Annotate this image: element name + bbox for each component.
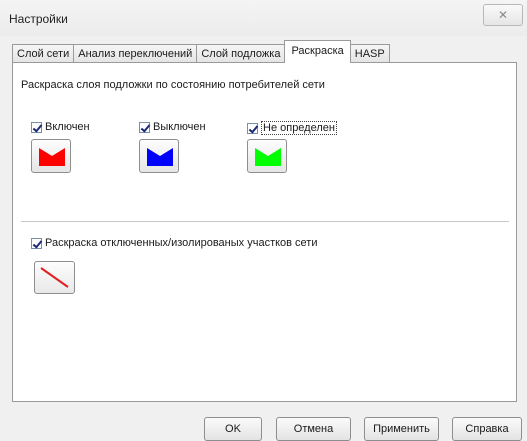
tab-switching-analysis[interactable]: Анализ переключений <box>73 44 198 63</box>
isolated-sections-option[interactable]: Раскраска отключенных/изолированых участ… <box>31 237 318 249</box>
diagonal-line-icon <box>40 267 69 288</box>
section-heading: Раскраска слоя подложки по состоянию пот… <box>21 79 325 91</box>
state-on-label: Включен <box>45 121 90 133</box>
ok-button[interactable]: OK <box>204 417 262 441</box>
colored-flag-swatch-icon <box>255 148 281 166</box>
state-off-label: Выключен <box>153 121 206 133</box>
state-off-option[interactable]: Выключен <box>139 121 206 133</box>
state-on-checkbox[interactable] <box>31 121 42 133</box>
help-button[interactable]: Справка <box>452 417 522 441</box>
title-bar: Настройки ✕ <box>0 0 527 36</box>
state-undefined-color-button[interactable] <box>247 139 287 173</box>
close-icon: ✕ <box>497 8 509 22</box>
settings-dialog: Настройки ✕ Слой сети Анализ переключени… <box>0 0 527 441</box>
cancel-button[interactable]: Отмена <box>276 417 351 441</box>
close-button[interactable]: ✕ <box>483 4 523 26</box>
tab-background-layer[interactable]: Слой подложка <box>196 44 286 63</box>
section-divider <box>21 221 509 223</box>
isolated-sections-checkbox[interactable] <box>31 237 42 249</box>
window-title: Настройки <box>9 12 68 26</box>
state-on-color-button[interactable] <box>31 139 71 173</box>
colored-flag-swatch-icon <box>147 148 173 166</box>
tab-network-layer[interactable]: Слой сети <box>12 44 75 63</box>
isolated-sections-label: Раскраска отключенных/изолированых участ… <box>45 237 318 249</box>
apply-button[interactable]: Применить <box>364 417 439 441</box>
isolated-line-style-button[interactable] <box>34 261 75 294</box>
tab-strip: Слой сети Анализ переключений Слой подло… <box>12 40 390 63</box>
state-undefined-option[interactable]: Не определен <box>247 121 337 135</box>
tab-coloring[interactable]: Раскраска <box>284 40 351 63</box>
state-on-option[interactable]: Включен <box>31 121 90 133</box>
state-off-checkbox[interactable] <box>139 121 150 133</box>
tab-hasp[interactable]: HASP <box>349 44 390 63</box>
state-undefined-checkbox[interactable] <box>247 122 258 134</box>
state-undefined-label: Не определен <box>261 121 337 135</box>
coloring-panel: Раскраска слоя подложки по состоянию пот… <box>12 62 517 402</box>
colored-flag-swatch-icon <box>39 148 65 166</box>
state-off-color-button[interactable] <box>139 139 179 173</box>
